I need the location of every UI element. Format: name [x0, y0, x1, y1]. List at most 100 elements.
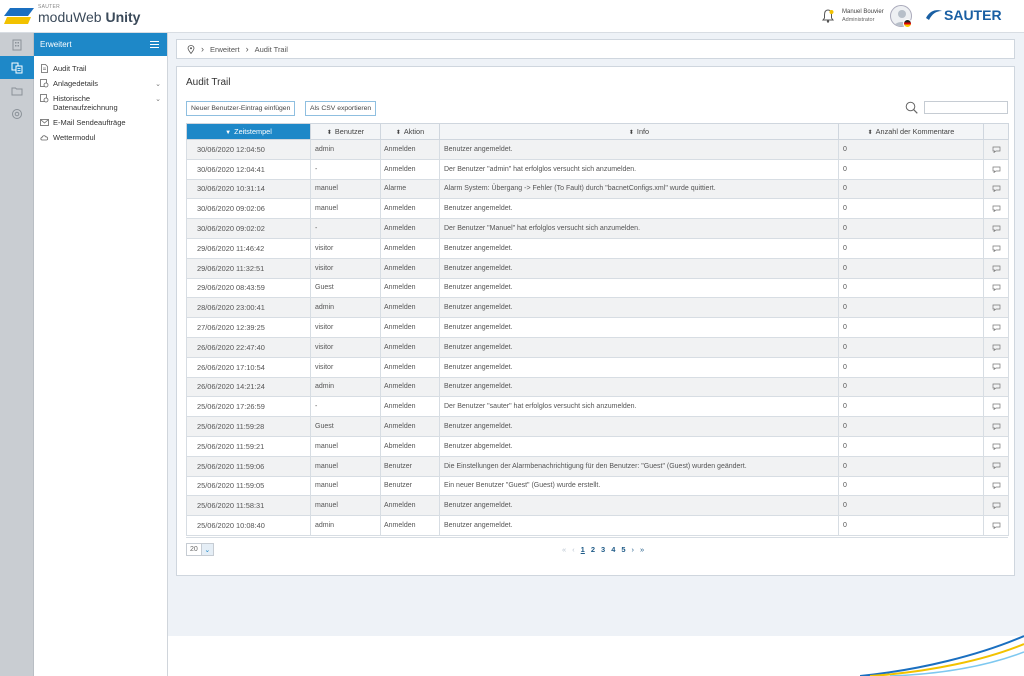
- comment-icon[interactable]: [992, 225, 1001, 232]
- table-row[interactable]: 28/06/2020 23:00:41 admin Anmelden Benutzer…: [186, 297, 1009, 319]
- comment-icon[interactable]: [992, 344, 1001, 351]
- cell-comment-action[interactable]: [983, 297, 1009, 319]
- table-row[interactable]: 25/06/2020 17:26:59- Anmelden Der Benutzer…: [186, 396, 1009, 418]
- cell-comment-action[interactable]: [983, 356, 1009, 378]
- cell-comment-action[interactable]: [983, 416, 1009, 437]
- comment-icon[interactable]: [992, 146, 1001, 153]
- table-row[interactable]: 26/06/2020 17:10:54 visitor Anmelden Benutz…: [186, 356, 1009, 378]
- first-page-button[interactable]: «: [562, 545, 566, 554]
- page-button[interactable]: 1: [581, 545, 585, 554]
- comment-icon[interactable]: [992, 462, 1001, 470]
- cell-comment-action[interactable]: [983, 198, 1009, 220]
- sidebar-item-anlagedetails[interactable]: Anlagedetails ⌄: [34, 76, 167, 91]
- cell-user: visitor: [310, 257, 381, 279]
- location-pin-icon[interactable]: [187, 44, 195, 54]
- comment-icon[interactable]: [992, 443, 1001, 450]
- add-user-entry-button[interactable]: Neuer Benutzer-Eintrag einfügen: [186, 101, 296, 116]
- page-button[interactable]: 2: [591, 545, 595, 554]
- comment-icon[interactable]: [992, 522, 1001, 529]
- cell-comment-action[interactable]: [983, 158, 1009, 180]
- search-input[interactable]: [924, 101, 1008, 114]
- language-flag-icon[interactable]: [903, 19, 912, 28]
- cell-comment-action[interactable]: [983, 475, 1009, 497]
- rail-advanced-item[interactable]: [0, 56, 34, 79]
- table-row[interactable]: 30/06/2020 12:04:41- Anmelden Der Benutzer…: [186, 158, 1009, 180]
- table-row[interactable]: 30/06/2020 09:02:02- Anmelden Der Benutzer…: [186, 218, 1009, 239]
- table-row[interactable]: 26/06/2020 14:21:24 admin Anmelden Benutzer…: [186, 376, 1009, 398]
- cell-comment-count: 0: [838, 277, 984, 299]
- comment-icon[interactable]: [992, 403, 1001, 411]
- table-row[interactable]: 26/06/2020 22:47:40 visitor Anmelden Benutz…: [186, 336, 1009, 358]
- comment-icon[interactable]: [992, 324, 1001, 331]
- table-row[interactable]: 29/06/2020 11:46:42 visitor Anmelden Benutz…: [186, 237, 1009, 259]
- chevron-down-icon[interactable]: ⌄: [200, 544, 213, 555]
- comment-icon[interactable]: [992, 423, 1001, 430]
- hamburger-menu-icon[interactable]: [150, 41, 159, 48]
- chevron-down-icon[interactable]: ⌄: [155, 95, 161, 104]
- comment-icon[interactable]: [992, 265, 1001, 272]
- export-csv-button[interactable]: Als CSV exportieren: [305, 101, 377, 116]
- table-row[interactable]: 30/06/2020 12:04:50 admin Anmelden Benutzer…: [186, 139, 1009, 160]
- comment-icon[interactable]: [992, 502, 1001, 510]
- cell-comment-action[interactable]: [983, 178, 1009, 200]
- comment-icon[interactable]: [992, 482, 1001, 490]
- page-button[interactable]: 3: [601, 545, 605, 554]
- column-header-action[interactable]: ⬍ Aktion: [380, 123, 440, 140]
- cell-comment-action[interactable]: [983, 237, 1009, 259]
- table-row[interactable]: 30/06/2020 09:02:06 manuel Anmelden Benutze…: [186, 198, 1009, 220]
- cell-comment-action[interactable]: [983, 317, 1009, 338]
- table-row[interactable]: 29/06/2020 08:43:59 Guest Anmelden Benutzer…: [186, 277, 1009, 299]
- sidebar-item-audit-trail[interactable]: Audit Trail: [34, 61, 167, 76]
- column-header-info[interactable]: ⬍ Info: [439, 123, 839, 140]
- table-row[interactable]: 25/06/2020 11:59:28 Guest Anmelden Benutzer…: [186, 416, 1009, 437]
- rail-settings-item[interactable]: [0, 102, 34, 125]
- chevron-down-icon[interactable]: ⌄: [155, 80, 161, 89]
- cell-info: Der Benutzer "admin" hat erfolglos versu…: [439, 158, 839, 180]
- table-row[interactable]: 27/06/2020 12:39:25 visitor Anmelden Benutz…: [186, 317, 1009, 338]
- rail-folder-item[interactable]: [0, 79, 34, 102]
- sidebar-item-wettermodul[interactable]: Wettermodul: [34, 130, 167, 145]
- table-row[interactable]: 25/06/2020 11:58:31 manuel Anmelden Benutze…: [186, 495, 1009, 517]
- search-icon[interactable]: [905, 101, 918, 114]
- cell-comment-action[interactable]: [983, 257, 1009, 279]
- page-button[interactable]: 4: [611, 545, 615, 554]
- cell-comment-action[interactable]: [983, 336, 1009, 358]
- rail-building-item[interactable]: [0, 33, 34, 56]
- table-row[interactable]: 30/06/2020 10:31:14 manuel Alarme Alarm Sys…: [186, 178, 1009, 200]
- table-row[interactable]: 29/06/2020 11:32:51 visitor Anmelden Benutz…: [186, 257, 1009, 279]
- comment-icon[interactable]: [992, 245, 1001, 252]
- page-size-select[interactable]: 20 ⌄: [186, 543, 214, 556]
- prev-page-button[interactable]: ‹: [572, 545, 575, 554]
- page-button[interactable]: 5: [621, 545, 625, 554]
- table-row[interactable]: 25/06/2020 11:59:05 manuel Benutzer Ein neu…: [186, 475, 1009, 497]
- comment-icon[interactable]: [992, 166, 1001, 173]
- column-header-timestamp[interactable]: ▼ Zeitstempel: [186, 123, 311, 140]
- column-header-comment-count[interactable]: ⬍ Anzahl der Kommentare: [838, 123, 984, 140]
- column-header-user[interactable]: ⬍ Benutzer: [310, 123, 381, 140]
- cell-comment-action[interactable]: [983, 277, 1009, 299]
- cell-comment-action[interactable]: [983, 435, 1009, 457]
- cell-comment-action[interactable]: [983, 495, 1009, 517]
- sidebar-item-historische-datenaufzeichnung[interactable]: Historische Datenaufzeichnung ⌄: [34, 91, 167, 115]
- cell-comment-action[interactable]: [983, 396, 1009, 418]
- sidebar-item-email-sendeauftraege[interactable]: E-Mail Sendeaufträge: [34, 115, 167, 130]
- cell-comment-action[interactable]: [983, 139, 1009, 160]
- last-page-button[interactable]: »: [640, 545, 644, 554]
- table-row[interactable]: 25/06/2020 11:59:06 manuel Benutzer Die Ein…: [186, 455, 1009, 477]
- user-info[interactable]: Manuel Bouvier Administrator: [842, 8, 884, 24]
- comment-icon[interactable]: [992, 383, 1001, 391]
- cell-comment-action[interactable]: [983, 218, 1009, 239]
- cell-comment-action[interactable]: [983, 376, 1009, 398]
- next-page-button[interactable]: ›: [632, 545, 635, 554]
- table-row[interactable]: 25/06/2020 10:08:40 admin Anmelden Benutzer…: [186, 515, 1009, 536]
- comment-icon[interactable]: [992, 304, 1001, 312]
- comment-icon[interactable]: [992, 205, 1001, 213]
- table-row[interactable]: 25/06/2020 11:59:21 manuel Abmelden Benutze…: [186, 435, 1009, 457]
- comment-icon[interactable]: [992, 363, 1001, 371]
- cell-comment-action[interactable]: [983, 455, 1009, 477]
- comment-icon[interactable]: [992, 284, 1001, 292]
- comment-icon[interactable]: [992, 185, 1001, 193]
- breadcrumb-level1[interactable]: Erweitert: [210, 45, 240, 54]
- notification-bell-icon[interactable]: [822, 9, 834, 23]
- cell-comment-action[interactable]: [983, 515, 1009, 536]
